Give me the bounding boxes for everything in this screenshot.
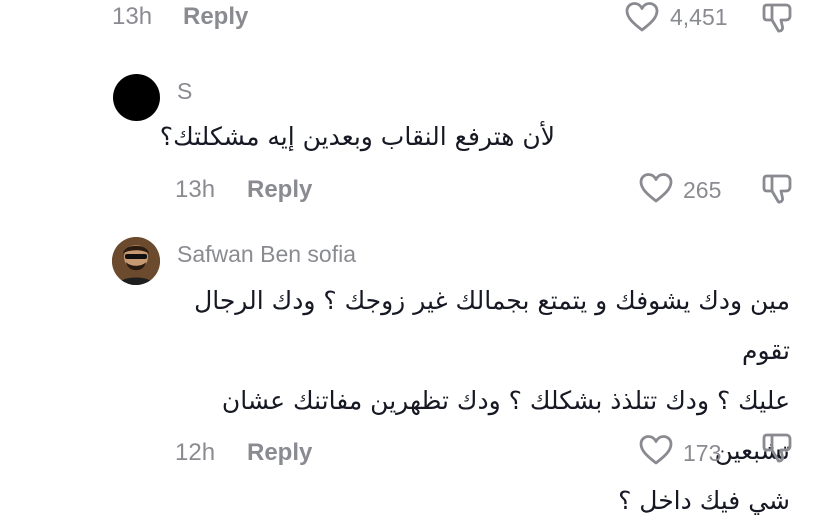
dislike-button[interactable] — [760, 1, 794, 35]
dislike-button[interactable] — [760, 172, 794, 206]
heart-outline-icon — [638, 434, 674, 466]
comment-timestamp: 13h — [175, 176, 216, 203]
comment-author[interactable]: Safwan Ben sofia — [177, 241, 356, 268]
heart-outline-icon — [638, 172, 674, 204]
heart-outline-icon — [624, 1, 660, 33]
comment-author[interactable]: S — [177, 78, 192, 105]
like-count: 265 — [683, 177, 722, 203]
thumbs-down-icon — [760, 172, 794, 206]
like-button[interactable] — [638, 434, 674, 466]
like-count: 4,451 — [670, 4, 728, 30]
comment-text-line: مين ودك يشوفك و يتمتع بجمالك غير زوجك ؟ … — [194, 286, 790, 365]
comment-text: مين ودك يشوفك و يتمتع بجمالك غير زوجك ؟ … — [150, 276, 790, 526]
thumbs-down-icon — [760, 1, 794, 35]
dislike-button[interactable] — [760, 431, 794, 465]
reply-button[interactable]: Reply — [247, 439, 312, 467]
comment-timestamp: 12h — [175, 439, 216, 466]
comment-text-line: شي فيك داخل ؟ — [618, 486, 790, 515]
reply-button[interactable]: Reply — [247, 176, 312, 204]
comment-text: لأن هترفع النقاب وبعدين إيه مشكلتك؟ — [159, 122, 555, 151]
reply-button[interactable]: Reply — [183, 3, 248, 31]
like-button[interactable] — [638, 172, 674, 204]
like-count: 173 — [683, 440, 722, 466]
thumbs-down-icon — [760, 431, 794, 465]
comment-timestamp: 13h — [112, 3, 153, 30]
like-button[interactable] — [624, 1, 660, 33]
